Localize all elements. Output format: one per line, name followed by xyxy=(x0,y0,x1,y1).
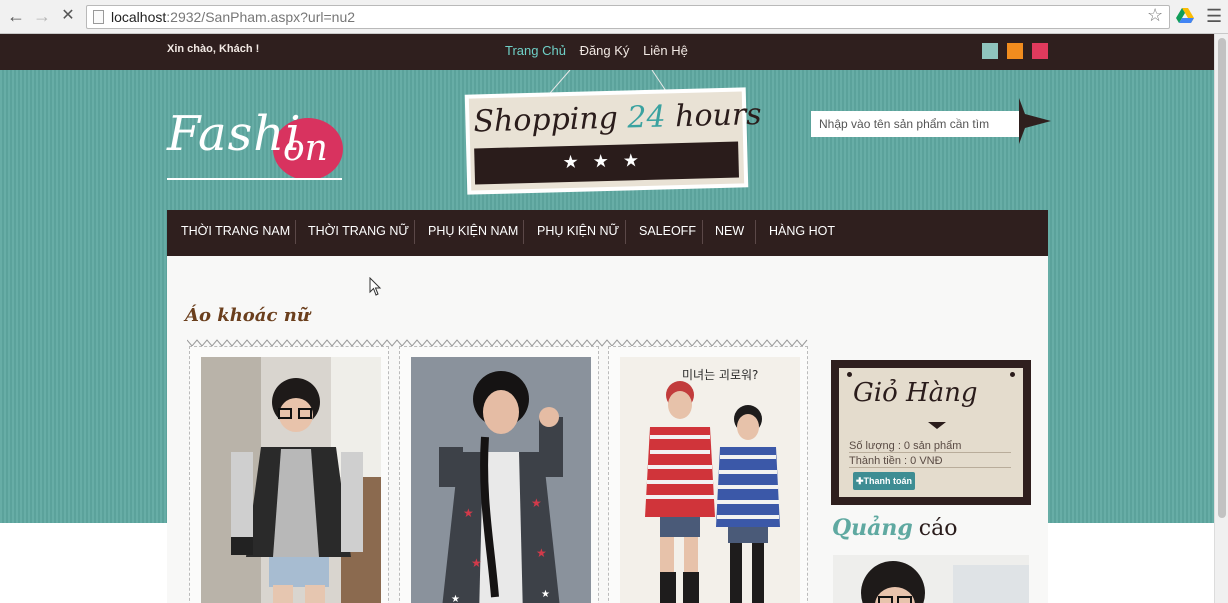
ads-title-word-2: cáo xyxy=(918,516,958,541)
url-path: :2932/SanPham.aspx?url=nu2 xyxy=(166,9,356,25)
cart-total: Thành tiền : 0 VNĐ xyxy=(849,455,1011,468)
product-banner-text: 미녀는 괴로워? xyxy=(682,368,758,382)
cart-title: Giỏ Hàng xyxy=(853,378,978,408)
svg-text:★: ★ xyxy=(463,506,474,520)
nav-link-register[interactable]: Đăng Ký xyxy=(580,43,630,58)
cart-quantity: Số lượng : 0 sản phẩm xyxy=(849,440,1011,453)
mouse-cursor-icon xyxy=(369,277,382,296)
menu-separator xyxy=(523,220,524,244)
nav-link-contact[interactable]: Liên Hệ xyxy=(643,43,688,58)
stop-loading-icon[interactable]: ✕ xyxy=(58,6,78,26)
banner-band: ★★★ xyxy=(474,141,740,185)
menu-item-mens-accessories[interactable]: PHỤ KIỆN NAM xyxy=(428,224,518,238)
logo-text-accent: on xyxy=(283,128,328,169)
menu-item-hot[interactable]: HÀNG HOT xyxy=(769,224,835,238)
shopping-24-hours-banner: Shopping 24 hours ★★★ xyxy=(464,87,762,195)
menu-item-saleoff[interactable]: SALEOFF xyxy=(639,224,696,238)
product-image[interactable]: ★ ★ ★ ★ ★ ★ xyxy=(411,357,591,603)
svg-text:★: ★ xyxy=(536,546,547,560)
product-image[interactable]: 미녀는 괴로워? xyxy=(620,357,800,603)
url-host: localhost xyxy=(111,9,167,25)
banner-stars-icon: ★★★ xyxy=(562,149,654,173)
menu-separator xyxy=(702,220,703,244)
ads-title-word-1: Quảng xyxy=(832,515,913,541)
svg-text:★: ★ xyxy=(471,556,482,570)
top-bar: Xin chào, Khách ! Trang Chủ Đăng Ký Liên… xyxy=(0,34,1214,70)
web-page: Xin chào, Khách ! Trang Chủ Đăng Ký Liên… xyxy=(0,34,1214,603)
category-title: Áo khoác nữ xyxy=(185,305,310,326)
vertical-scrollbar[interactable] xyxy=(1214,34,1228,603)
top-nav: Trang Chủ Đăng Ký Liên Hệ xyxy=(505,43,698,58)
main-menu: THỜI TRANG NAM THỜI TRANG NỮ PHỤ KIỆN NA… xyxy=(167,210,1048,258)
checkout-button[interactable]: ✚Thanh toán xyxy=(853,472,915,490)
menu-separator xyxy=(625,220,626,244)
page-icon xyxy=(93,10,104,24)
product-card[interactable] xyxy=(189,346,389,603)
theme-swatch-orange[interactable] xyxy=(1007,43,1023,59)
address-bar[interactable]: localhost:2932/SanPham.aspx?url=nu2 xyxy=(86,5,1170,29)
banner-word-shopping: Shopping xyxy=(472,100,619,140)
scrollbar-thumb[interactable] xyxy=(1218,38,1226,518)
url-text[interactable]: localhost:2932/SanPham.aspx?url=nu2 xyxy=(111,9,355,25)
menu-item-womens-accessories[interactable]: PHỤ KIỆN NỮ xyxy=(537,224,619,238)
browser-menu-icon[interactable]: ☰ xyxy=(1206,6,1222,27)
cart-pin-icon xyxy=(1010,372,1015,377)
banner-word-hours: hours xyxy=(674,96,763,135)
ads-title: Quảng cáo xyxy=(832,515,957,541)
search-arrow-icon[interactable] xyxy=(1017,98,1051,144)
google-drive-icon[interactable] xyxy=(1176,8,1194,24)
back-arrow-icon[interactable]: ← xyxy=(6,6,26,26)
menu-item-mens-fashion[interactable]: THỜI TRANG NAM xyxy=(181,224,290,238)
svg-text:★: ★ xyxy=(451,594,460,603)
shopping-cart-box: Giỏ Hàng Số lượng : 0 sản phẩm Thành tiề… xyxy=(831,360,1031,505)
menu-separator xyxy=(295,220,296,244)
svg-text:★: ★ xyxy=(531,496,542,510)
greeting-text: Xin chào, Khách ! xyxy=(167,43,260,55)
cart-down-arrow-icon xyxy=(928,422,946,429)
logo-text: Fashi xyxy=(167,106,302,162)
forward-arrow-icon[interactable]: → xyxy=(32,6,52,26)
menu-zigzag-edge xyxy=(167,250,1048,258)
banner-title: Shopping 24 hours xyxy=(473,97,762,140)
ad-image[interactable] xyxy=(833,555,1029,603)
cart-pin-icon xyxy=(847,372,852,377)
menu-item-new[interactable]: NEW xyxy=(715,224,744,238)
theme-swatch-teal[interactable] xyxy=(982,43,998,59)
product-card[interactable]: ★ ★ ★ ★ ★ ★ xyxy=(399,346,599,603)
svg-text:★: ★ xyxy=(541,589,550,600)
product-card[interactable]: 미녀는 괴로워? xyxy=(608,346,808,603)
product-image[interactable] xyxy=(201,357,381,603)
menu-separator xyxy=(414,220,415,244)
bookmark-star-icon[interactable]: ☆ xyxy=(1147,5,1163,26)
site-logo[interactable]: Fashi on xyxy=(165,102,350,192)
main-content: THỜI TRANG NAM THỜI TRANG NỮ PHỤ KIỆN NA… xyxy=(167,210,1048,603)
search-input[interactable] xyxy=(811,111,1019,137)
nav-link-home[interactable]: Trang Chủ xyxy=(505,43,566,58)
browser-toolbar: ← → ✕ localhost:2932/SanPham.aspx?url=nu… xyxy=(0,0,1228,34)
menu-separator xyxy=(755,220,756,244)
theme-swatch-pink[interactable] xyxy=(1032,43,1048,59)
banner-number: 24 xyxy=(626,99,667,136)
logo-underline xyxy=(167,178,342,180)
menu-item-womens-fashion[interactable]: THỜI TRANG NỮ xyxy=(308,224,409,238)
